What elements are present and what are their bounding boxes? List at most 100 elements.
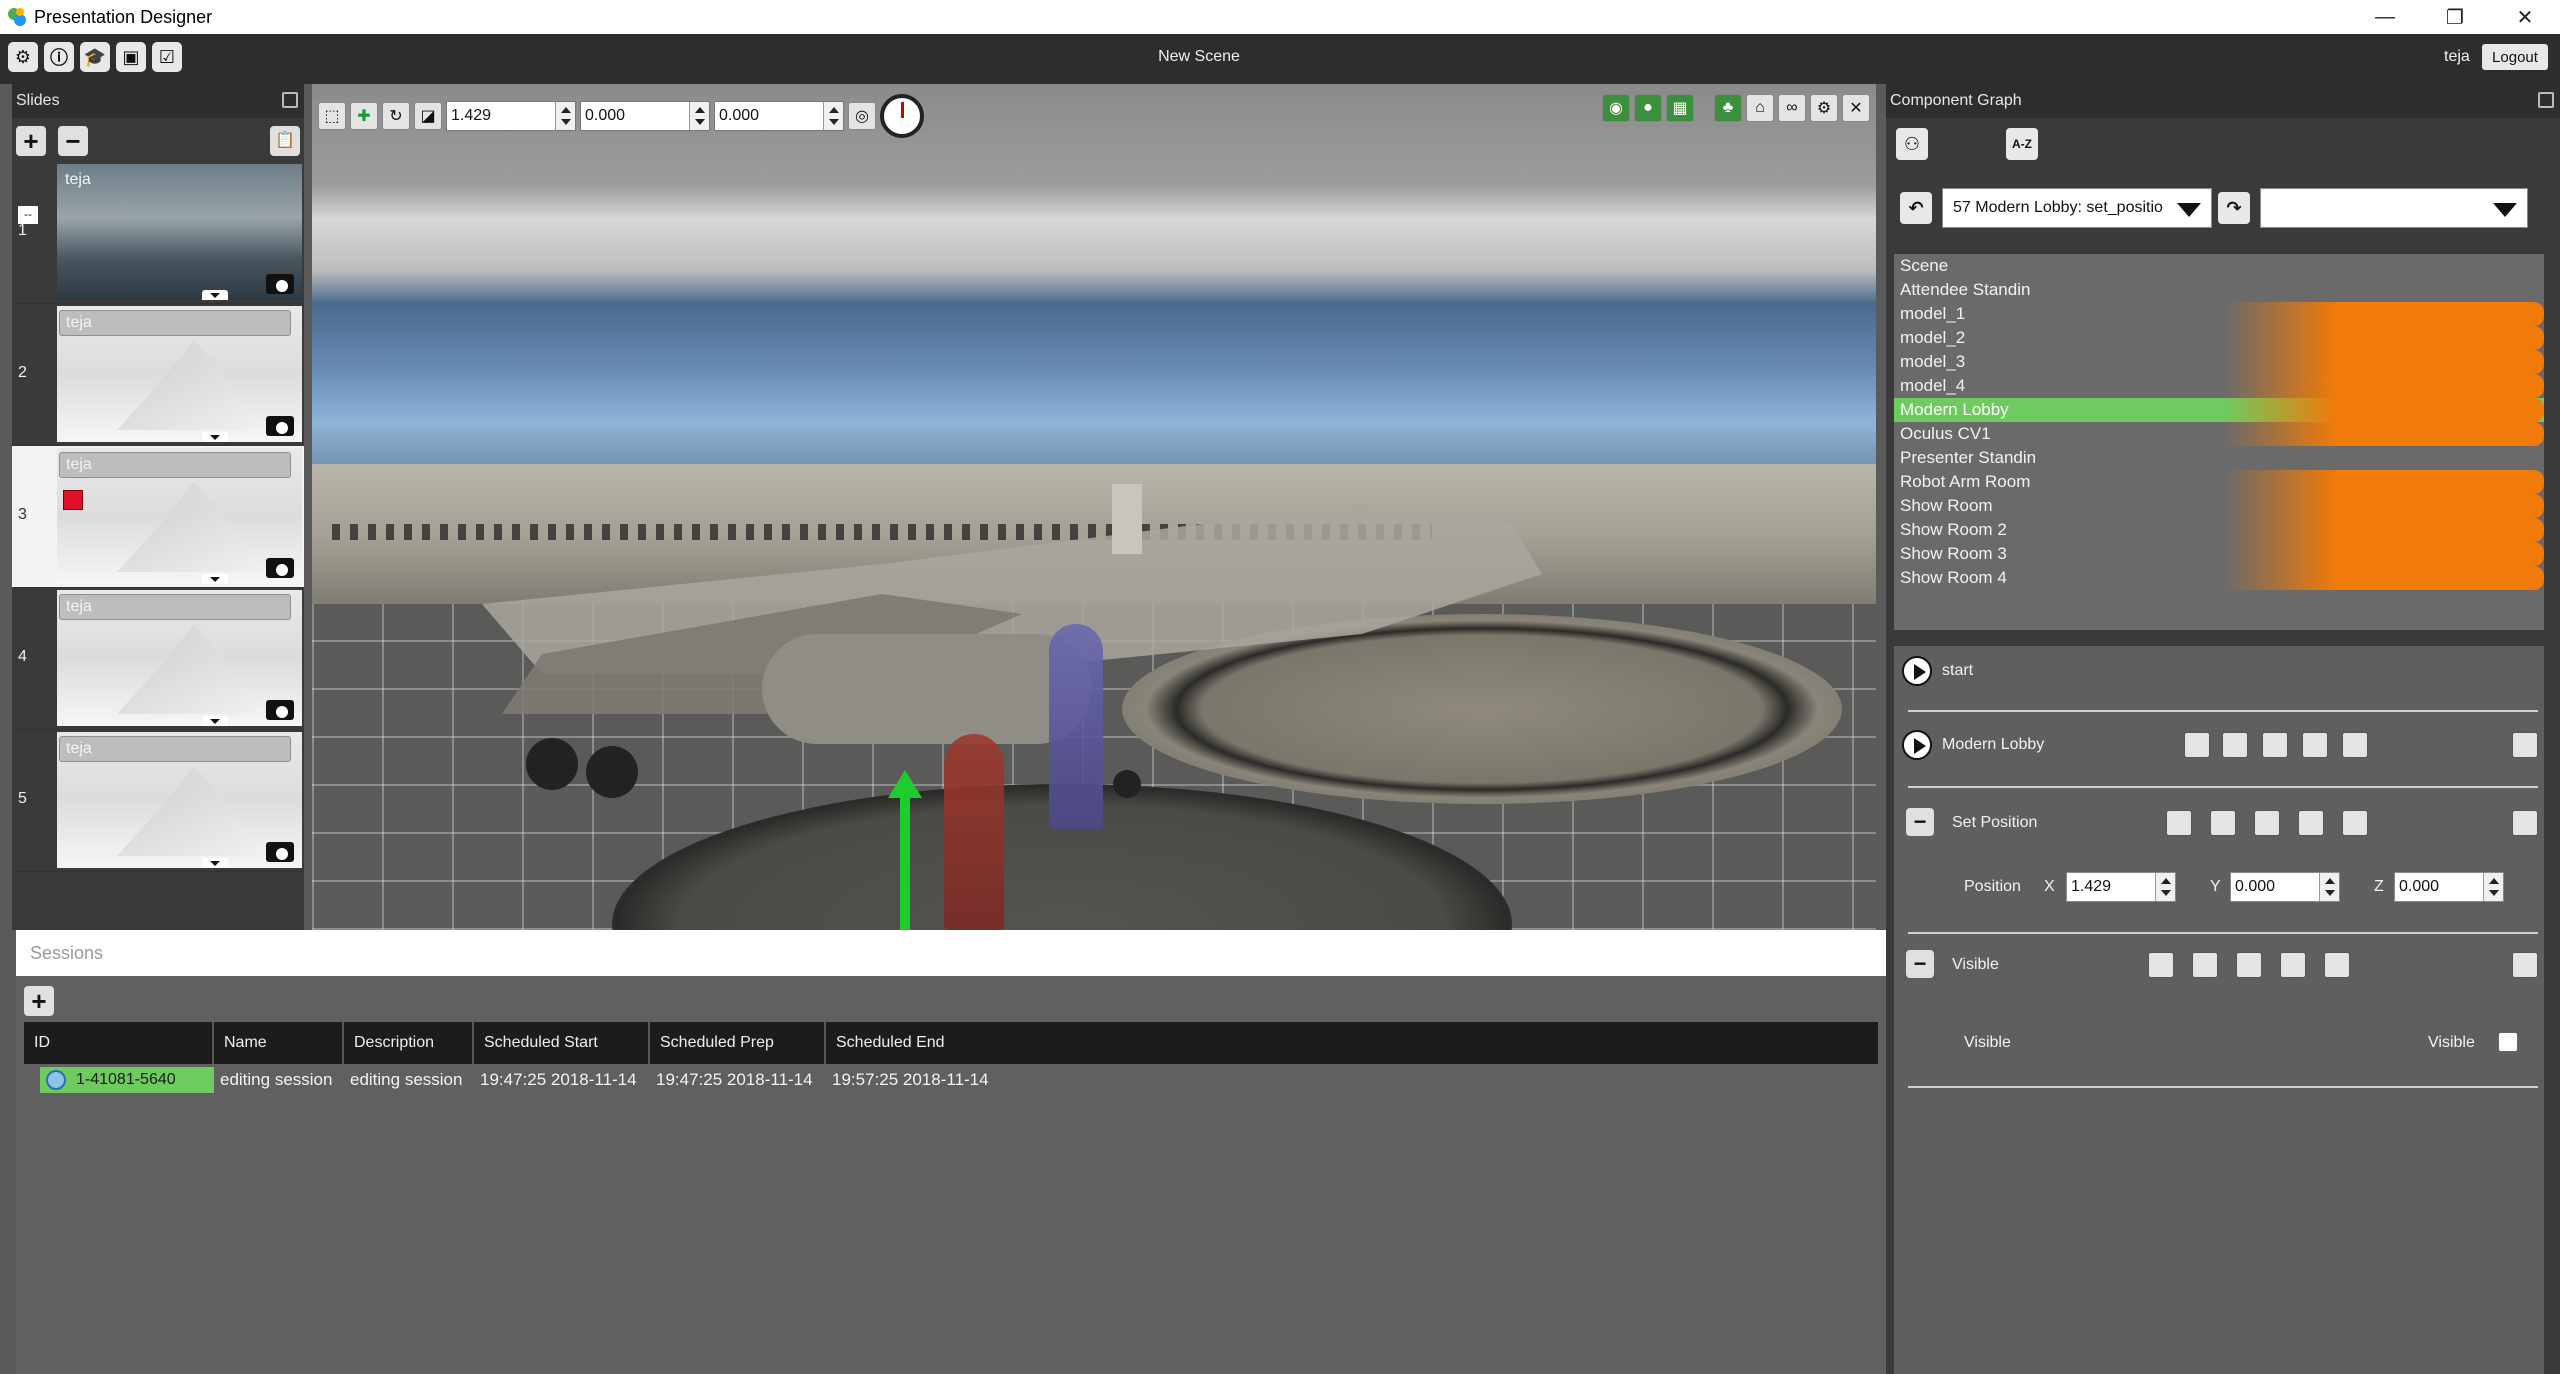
car-icon[interactable]: ⌂	[1746, 94, 1774, 122]
tree-item-scene[interactable]: Scene	[1894, 254, 2544, 278]
slide-label[interactable]: teja	[59, 452, 291, 478]
vr-headset-icon[interactable]: ∞	[1778, 94, 1806, 122]
undock-icon[interactable]	[282, 92, 298, 108]
add-slide-button[interactable]: +	[16, 126, 46, 156]
tree-item-show-room-2[interactable]: Show Room 2	[1894, 518, 2544, 542]
collapse-set-position-button[interactable]: −	[1906, 808, 1934, 836]
camera-target-icon[interactable]: ◉	[1602, 94, 1630, 122]
col-id[interactable]: ID	[24, 1022, 214, 1064]
tree-item-show-room-4[interactable]: Show Room 4	[1894, 566, 2544, 590]
move-gizmo-y-axis[interactable]	[888, 770, 922, 930]
tree-item-show-room-3[interactable]: Show Room 3	[1894, 542, 2544, 566]
tree-item-model-1[interactable]: model_1	[1894, 302, 2544, 326]
sort-az-button[interactable]: A-Z	[2006, 128, 2038, 160]
tree-item-oculus-cv1[interactable]: Oculus CV1	[1894, 422, 2544, 446]
spotlight-icon[interactable]: ●	[1634, 94, 1662, 122]
settings-icon[interactable]: ⚙	[1810, 94, 1838, 122]
slide-label[interactable]: teja	[59, 310, 291, 336]
move-down-icon[interactable]	[2236, 952, 2262, 978]
tree-item-model-4[interactable]: model_4	[1894, 374, 2544, 398]
play-component-icon[interactable]	[1902, 730, 1932, 760]
play-start-icon[interactable]	[1902, 656, 1932, 686]
camera-icon[interactable]	[266, 842, 294, 862]
close-window-button[interactable]: ✕	[2490, 0, 2560, 34]
history-dropdown[interactable]: 57 Modern Lobby: set_positio	[1942, 188, 2212, 228]
move-down-icon[interactable]	[2254, 810, 2280, 836]
viewport-y-input[interactable]: 0.000	[580, 101, 710, 131]
table-row[interactable]: 1-41081-5640 editing session editing ses…	[24, 1064, 1878, 1096]
camera-icon[interactable]	[266, 416, 294, 436]
slide-item[interactable]: 2 teja	[12, 304, 304, 446]
add-session-button[interactable]: +	[24, 986, 54, 1016]
copy-icon[interactable]	[2324, 952, 2350, 978]
tree-item-attendee-standin[interactable]: Attendee Standin	[1894, 278, 2544, 302]
world-space-icon[interactable]: ◎	[848, 102, 876, 130]
collapse-visible-button[interactable]: −	[1906, 950, 1934, 978]
scene-viewport[interactable]: ⬚ ✚ ↻ ◪ 1.429 0.000 0.000 ◎ ◉ ● ▦ ♣ ⌂ ∞ …	[312, 84, 1876, 930]
viewport-z-input[interactable]: 0.000	[714, 101, 844, 131]
camera-icon[interactable]	[266, 558, 294, 578]
presenter-standin-figure[interactable]	[1049, 624, 1103, 830]
slide-item-active[interactable]: 3 teja	[12, 446, 304, 588]
move-top-icon[interactable]	[2210, 810, 2236, 836]
col-scheduled-end[interactable]: Scheduled End	[826, 1022, 1878, 1064]
col-scheduled-start[interactable]: Scheduled Start	[474, 1022, 650, 1064]
col-scheduled-prep[interactable]: Scheduled Prep	[650, 1022, 826, 1064]
tree-item-modern-lobby[interactable]: Modern Lobby	[1894, 398, 2544, 422]
chevron-down-icon[interactable]	[202, 716, 228, 726]
tree-item-presenter-standin[interactable]: Presenter Standin	[1894, 446, 2544, 470]
slide-label[interactable]: teja	[59, 594, 291, 620]
spin-arrows-icon[interactable]	[823, 102, 843, 130]
spin-arrows-icon[interactable]	[689, 102, 709, 130]
select-tool-icon[interactable]: ⬚	[318, 102, 346, 130]
position-x-input[interactable]: 1.429	[2066, 872, 2176, 902]
clipboard-icon[interactable]: 📋	[270, 126, 300, 156]
move-up-icon[interactable]	[2166, 810, 2192, 836]
chevron-down-icon[interactable]	[202, 432, 228, 442]
move-bottom-icon[interactable]	[2298, 810, 2324, 836]
undo-icon[interactable]: ↶	[1900, 192, 1932, 224]
position-z-input[interactable]: 0.000	[2394, 872, 2504, 902]
delete-icon[interactable]	[2512, 732, 2538, 758]
col-name[interactable]: Name	[214, 1022, 344, 1064]
rotate-tool-icon[interactable]: ↻	[382, 102, 410, 130]
chevron-down-icon[interactable]	[202, 858, 228, 868]
move-up-icon[interactable]	[2184, 732, 2210, 758]
spin-arrows-icon[interactable]	[555, 102, 575, 130]
chevron-down-icon[interactable]	[202, 574, 228, 584]
grid-icon[interactable]: ▦	[1666, 94, 1694, 122]
attendee-standin-figure[interactable]	[944, 734, 1004, 930]
move-top-icon[interactable]	[2192, 952, 2218, 978]
spin-arrows-icon[interactable]	[2155, 873, 2175, 901]
tree-item-robot-arm-room[interactable]: Robot Arm Room	[1894, 470, 2544, 494]
tree-item-model-3[interactable]: model_3	[1894, 350, 2544, 374]
col-description[interactable]: Description	[344, 1022, 474, 1064]
copy-icon[interactable]	[2342, 732, 2368, 758]
viewport-x-input[interactable]: 1.429	[446, 101, 576, 131]
slide-item[interactable]: 1 -- teja	[12, 162, 304, 304]
scale-tool-icon[interactable]: ◪	[414, 102, 442, 130]
move-tool-icon[interactable]: ✚	[350, 102, 378, 130]
spin-arrows-icon[interactable]	[2319, 873, 2339, 901]
session-id-cell[interactable]: 1-41081-5640	[40, 1067, 214, 1093]
move-top-icon[interactable]	[2222, 732, 2248, 758]
camera-icon[interactable]	[266, 274, 294, 294]
remove-slide-button[interactable]: −	[58, 126, 88, 156]
tree-icon[interactable]: ♣	[1714, 94, 1742, 122]
undock-icon[interactable]	[2538, 92, 2554, 108]
slide-label[interactable]: teja	[59, 736, 291, 762]
copy-icon[interactable]	[2342, 810, 2368, 836]
tree-item-show-room[interactable]: Show Room	[1894, 494, 2544, 518]
minimize-button[interactable]: —	[2350, 0, 2420, 34]
tree-item-model-2[interactable]: model_2	[1894, 326, 2544, 350]
logout-button[interactable]: Logout	[2482, 44, 2548, 70]
speed-gauge-icon[interactable]	[880, 94, 924, 138]
move-bottom-icon[interactable]	[2302, 732, 2328, 758]
slide-item[interactable]: 4 teja	[12, 588, 304, 730]
restore-button[interactable]: ❐	[2420, 0, 2490, 34]
delete-icon[interactable]	[2512, 810, 2538, 836]
secondary-dropdown[interactable]	[2260, 188, 2528, 228]
chevron-down-icon[interactable]	[202, 290, 228, 300]
close-icon[interactable]: ✕	[1842, 94, 1870, 122]
position-y-input[interactable]: 0.000	[2230, 872, 2340, 902]
